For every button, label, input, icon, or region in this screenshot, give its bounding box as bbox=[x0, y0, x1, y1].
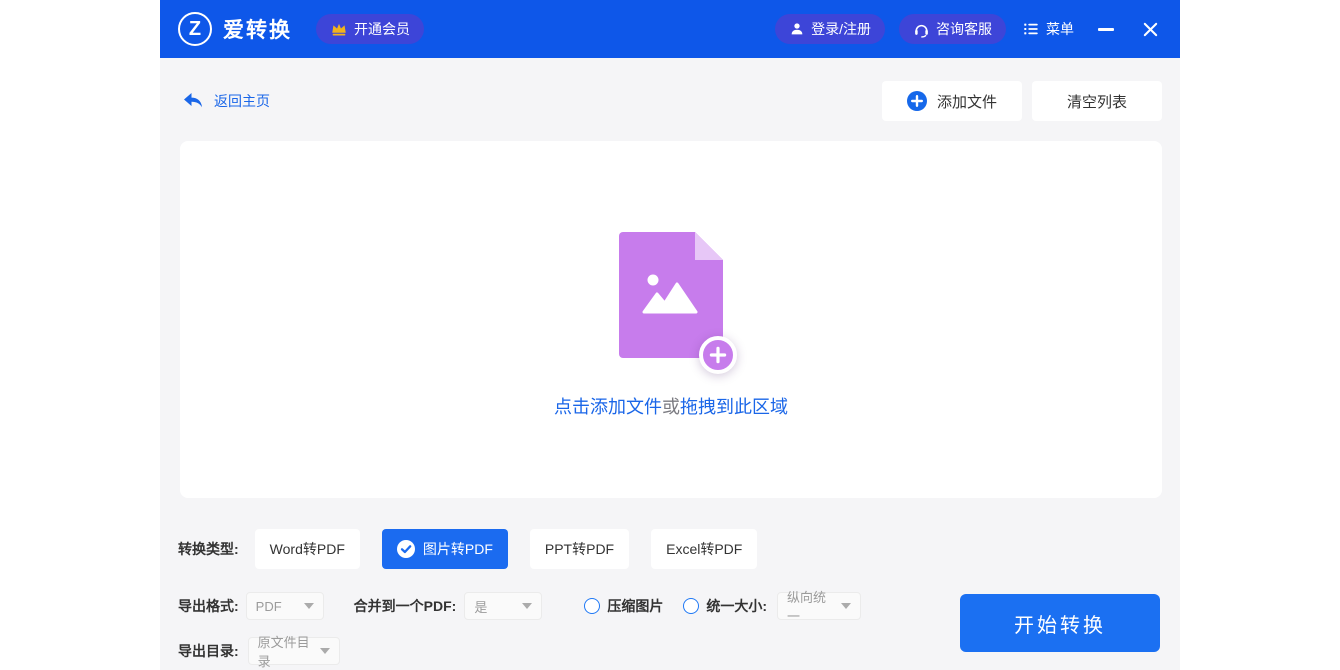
output-directory-row: 导出目录: 原文件目录 bbox=[178, 637, 340, 665]
close-button[interactable] bbox=[1138, 17, 1162, 41]
tab-label: PPT转PDF bbox=[545, 539, 614, 559]
hint-click-text: 点击添加文件 bbox=[554, 397, 662, 417]
compress-radio[interactable] bbox=[584, 598, 600, 614]
merge-pdf-dropdown[interactable]: 是 bbox=[464, 592, 542, 620]
tab-ppt-to-pdf[interactable]: PPT转PDF bbox=[530, 529, 629, 569]
add-files-label: 添加文件 bbox=[937, 91, 997, 112]
hint-or-text: 或 bbox=[662, 397, 680, 417]
close-icon bbox=[1142, 21, 1159, 38]
check-circle-icon bbox=[397, 540, 415, 558]
menu-button[interactable]: 菜单 bbox=[1022, 19, 1074, 39]
vip-button[interactable]: 开通会员 bbox=[316, 14, 424, 44]
support-button[interactable]: 咨询客服 bbox=[899, 14, 1006, 44]
unify-radio[interactable] bbox=[683, 598, 699, 614]
image-glyph-icon bbox=[642, 270, 700, 318]
tab-word-to-pdf[interactable]: Word转PDF bbox=[255, 529, 360, 569]
unify-size-value: 纵向统一 bbox=[787, 587, 833, 625]
user-icon bbox=[789, 21, 805, 37]
export-options-row: 导出格式: PDF 合并到一个PDF: 是 压缩图片 统一大小: 纵向统一 bbox=[178, 592, 861, 620]
plus-circle-icon bbox=[907, 91, 927, 111]
hint-drag-text: 拖拽到此区域 bbox=[680, 397, 788, 417]
add-files-button[interactable]: 添加文件 bbox=[882, 81, 1022, 121]
header-actions: 登录/注册 咨询客服 bbox=[761, 14, 1162, 44]
output-dir-value: 原文件目录 bbox=[258, 632, 312, 670]
minimize-button[interactable] bbox=[1094, 17, 1118, 41]
unify-size-option[interactable]: 统一大小: bbox=[683, 596, 767, 616]
back-home-link[interactable]: 返回主页 bbox=[180, 89, 270, 113]
export-format-dropdown[interactable]: PDF bbox=[246, 592, 324, 620]
title-bar: Z 爱转换 开通会员 登录/注册 bbox=[160, 0, 1180, 58]
clear-list-label: 清空列表 bbox=[1067, 91, 1127, 112]
brand: Z 爱转换 开通会员 bbox=[178, 12, 424, 46]
export-format-label: 导出格式: bbox=[178, 596, 239, 616]
list-icon bbox=[1022, 20, 1040, 38]
minimize-icon bbox=[1098, 28, 1114, 31]
tab-image-to-pdf[interactable]: 图片转PDF bbox=[382, 529, 508, 569]
unify-label: 统一大小: bbox=[706, 596, 767, 616]
conversion-type-label: 转换类型: bbox=[178, 539, 239, 559]
vip-label: 开通会员 bbox=[354, 19, 410, 39]
app-window: Z 爱转换 开通会员 登录/注册 bbox=[160, 0, 1180, 670]
merge-pdf-value: 是 bbox=[474, 597, 487, 616]
dropdown-arrow-icon bbox=[841, 603, 851, 609]
add-badge-icon bbox=[699, 336, 737, 374]
tab-excel-to-pdf[interactable]: Excel转PDF bbox=[651, 529, 757, 569]
export-format-value: PDF bbox=[256, 599, 282, 614]
tab-label: Word转PDF bbox=[270, 539, 345, 559]
tab-label: 图片转PDF bbox=[423, 539, 493, 559]
toolbar: 返回主页 添加文件 清空列表 bbox=[180, 80, 1162, 122]
unify-size-dropdown[interactable]: 纵向统一 bbox=[777, 592, 861, 620]
output-dir-label: 导出目录: bbox=[178, 641, 239, 661]
merge-pdf-label: 合并到一个PDF: bbox=[354, 596, 457, 616]
crown-icon bbox=[330, 20, 348, 38]
start-convert-button[interactable]: 开始转换 bbox=[960, 594, 1160, 652]
compress-images-option[interactable]: 压缩图片 bbox=[584, 596, 663, 616]
compress-label: 压缩图片 bbox=[607, 596, 663, 616]
login-button[interactable]: 登录/注册 bbox=[775, 14, 885, 44]
app-logo-icon: Z bbox=[178, 12, 212, 46]
dropdown-arrow-icon bbox=[522, 603, 532, 609]
file-dropzone[interactable]: 点击添加文件或拖拽到此区域 bbox=[180, 141, 1162, 498]
output-dir-dropdown[interactable]: 原文件目录 bbox=[248, 637, 340, 665]
logo-letter: Z bbox=[189, 18, 201, 41]
tab-label: Excel转PDF bbox=[666, 539, 742, 559]
clear-list-button[interactable]: 清空列表 bbox=[1032, 81, 1162, 121]
dropdown-arrow-icon bbox=[320, 648, 330, 654]
headset-icon bbox=[913, 21, 930, 38]
dropzone-hint: 点击添加文件或拖拽到此区域 bbox=[180, 393, 1162, 419]
back-arrow-icon bbox=[180, 89, 206, 113]
login-label: 登录/注册 bbox=[811, 19, 871, 39]
app-name: 爱转换 bbox=[223, 14, 292, 44]
dropdown-arrow-icon bbox=[304, 603, 314, 609]
support-label: 咨询客服 bbox=[936, 19, 992, 39]
image-file-icon bbox=[619, 232, 723, 358]
menu-label: 菜单 bbox=[1046, 19, 1074, 39]
folded-corner bbox=[695, 232, 723, 260]
conversion-type-row: 转换类型: Word转PDF 图片转PDF PPT转PDF Excel转PDF bbox=[178, 529, 779, 569]
back-home-label: 返回主页 bbox=[214, 91, 270, 111]
